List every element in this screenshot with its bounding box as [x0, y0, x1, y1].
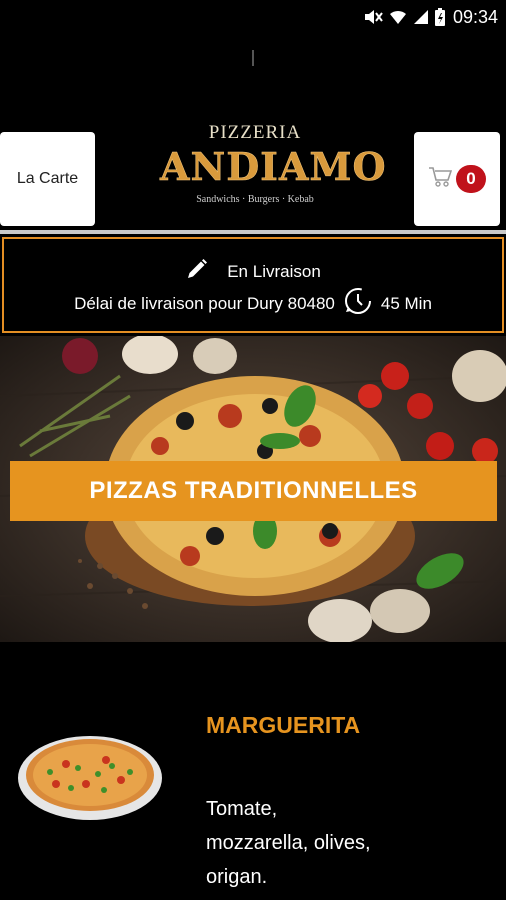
delivery-mode-label: En Livraison	[227, 261, 321, 281]
wifi-icon	[389, 9, 407, 25]
delivery-delay-value: 45 Min	[380, 293, 432, 313]
menu-button-label: La Carte	[16, 170, 79, 187]
product-name: MARGUERITA	[206, 712, 361, 738]
app-header: La Carte PIZZERIA ANDIAMO Sandwichs · Bu…	[0, 120, 506, 232]
logo-line3: Sandwichs · Burgers · Kebab	[196, 194, 314, 205]
header-divider	[0, 230, 506, 234]
delivery-mode-row: En Livraison	[4, 257, 502, 286]
menu-button[interactable]: La Carte	[0, 132, 95, 226]
status-time: 09:34	[452, 6, 498, 27]
delivery-mode-box[interactable]: En Livraison Délai de livraison pour Dur…	[2, 237, 504, 333]
delivery-delay-row: Délai de livraison pour Dury 80480 45 Mi…	[4, 286, 502, 321]
cart-icon	[428, 166, 453, 193]
status-icons: 09:34	[363, 6, 498, 28]
cart-count-badge: 0	[456, 165, 486, 193]
status-bar: 09:34	[0, 0, 506, 34]
category-title-label: PIZZAS TRADITIONNELLES	[89, 477, 418, 504]
category-banner[interactable]: PIZZAS TRADITIONNELLES	[0, 336, 506, 642]
battery-icon	[434, 8, 445, 26]
product-description: Tomate, mozzarella, olives, origan.	[206, 798, 371, 888]
delivery-delay-text: Délai de livraison pour Dury 80480	[74, 293, 335, 313]
product-card[interactable]: MARGUERITA Tomate, mozzarella, olives, o…	[0, 642, 506, 900]
category-title[interactable]: PIZZAS TRADITIONNELLES	[10, 461, 497, 521]
logo-line2: ANDIAMO	[160, 144, 387, 190]
brand-logo: PIZZERIA ANDIAMO Sandwichs · Burgers · K…	[160, 120, 387, 230]
drag-handle	[252, 50, 254, 66]
product-pizza-image	[18, 736, 162, 820]
signal-icon	[413, 9, 429, 25]
mute-icon	[363, 8, 383, 26]
logo-line1: PIZZERIA	[208, 122, 302, 143]
clock-icon	[343, 286, 373, 321]
cart-button[interactable]: 0	[414, 132, 500, 226]
pencil-icon	[185, 257, 209, 286]
